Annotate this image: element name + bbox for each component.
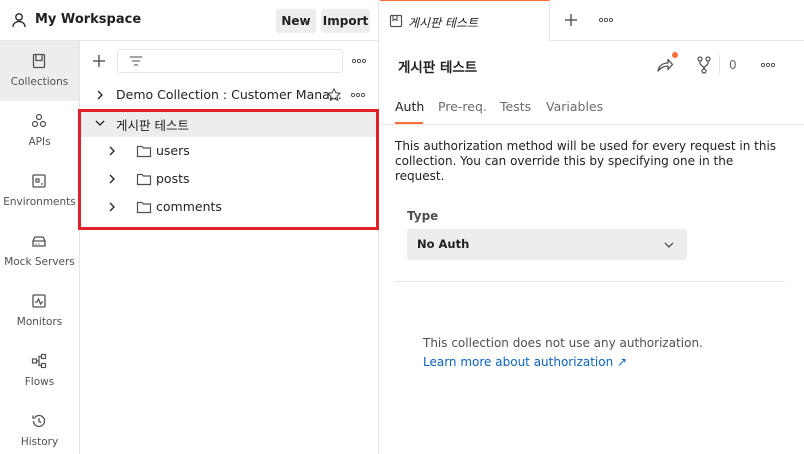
plus-icon[interactable]	[91, 53, 107, 69]
notification-dot	[672, 52, 678, 58]
collections-toolbar	[80, 41, 378, 81]
divider	[395, 281, 785, 282]
monitors-icon	[32, 294, 46, 308]
sidebar-item-flows[interactable]: Flows	[0, 341, 79, 401]
workspace-header: My Workspace New Import	[0, 0, 378, 41]
sidebar-item-apis[interactable]: APIs	[0, 101, 79, 161]
environments-icon	[32, 174, 46, 188]
import-button[interactable]: Import	[321, 9, 370, 33]
collection-row-demo[interactable]: Demo Collection : Customer Mana...	[80, 81, 378, 109]
sidebar-item-history[interactable]: History	[0, 401, 79, 454]
tab-variables[interactable]: Variables	[546, 99, 603, 114]
share-icon[interactable]	[656, 56, 674, 74]
sidebar-item-label: Collections	[10, 76, 69, 88]
more-options-icon[interactable]	[760, 57, 776, 73]
collection-name: Demo Collection : Customer Mana...	[116, 87, 342, 102]
tab-more-icon[interactable]	[598, 12, 614, 28]
folder-name: comments	[156, 199, 222, 214]
mock-servers-icon	[32, 236, 46, 247]
type-label: Type	[407, 209, 439, 223]
auth-type-select[interactable]: No Auth	[407, 229, 687, 260]
flows-icon	[31, 353, 47, 369]
filter-input[interactable]	[117, 49, 343, 73]
collection-row-selected[interactable]: 게시판 테스트	[80, 109, 378, 137]
collection-name: 게시판 테스트	[116, 118, 189, 133]
collection-title[interactable]: 게시판 테스트	[398, 56, 477, 76]
left-pane: My Workspace New Import Collections APIs	[0, 0, 379, 454]
tab-strip: 게시판 테스트	[380, 0, 804, 41]
divider	[719, 55, 720, 75]
folder-icon	[136, 201, 152, 214]
sidebar-item-label: History	[20, 436, 59, 448]
sidebar-item-mock-servers[interactable]: Mock Servers	[0, 221, 79, 281]
new-tab-icon[interactable]	[563, 12, 579, 28]
collection-doc-icon	[389, 14, 403, 28]
collections-panel: Demo Collection : Customer Mana... 게시판 테…	[80, 41, 378, 454]
folder-icon	[136, 173, 152, 186]
chevron-right-icon[interactable]	[106, 201, 118, 213]
auth-description: This authorization method will be used f…	[395, 139, 777, 183]
tab-pre-request[interactable]: Pre-req.	[438, 99, 487, 114]
sidebar-item-label: Flows	[24, 376, 55, 388]
more-options-icon[interactable]	[351, 53, 367, 69]
chevron-right-icon[interactable]	[94, 89, 106, 101]
chevron-down-icon	[664, 242, 674, 248]
sidebar-item-collections[interactable]: Collections	[0, 41, 79, 101]
new-button[interactable]: New	[276, 9, 316, 33]
no-auth-message: This collection does not use any authori…	[423, 336, 703, 350]
sidebar: Collections APIs Environments Mock Serve…	[0, 41, 80, 454]
fork-icon[interactable]	[696, 56, 712, 74]
sidebar-item-monitors[interactable]: Monitors	[0, 281, 79, 341]
tab-auth[interactable]: Auth	[395, 99, 424, 114]
sidebar-item-environments[interactable]: Environments	[0, 161, 79, 221]
fork-count: 0	[729, 58, 737, 72]
sidebar-item-label: Monitors	[16, 316, 63, 328]
tab-tests[interactable]: Tests	[500, 99, 531, 114]
folder-icon	[136, 145, 152, 158]
collections-icon	[32, 53, 46, 69]
filter-icon	[130, 56, 142, 66]
sidebar-item-label: APIs	[28, 136, 51, 148]
folder-row-users[interactable]: users	[80, 137, 378, 165]
more-options-icon[interactable]	[350, 87, 366, 103]
folder-row-comments[interactable]: comments	[80, 193, 378, 221]
star-icon[interactable]	[326, 87, 342, 103]
sidebar-item-label: Mock Servers	[4, 256, 75, 268]
divider	[380, 124, 804, 125]
sidebar-item-label: Environments	[3, 196, 76, 208]
learn-more-link[interactable]: Learn more about authorization ↗	[423, 355, 627, 369]
folder-name: users	[156, 143, 190, 158]
tab-title: 게시판 테스트	[408, 16, 479, 30]
apis-icon	[31, 113, 47, 128]
folder-row-posts[interactable]: posts	[80, 165, 378, 193]
tab-collection[interactable]: 게시판 테스트	[380, 0, 550, 41]
history-icon	[32, 414, 46, 428]
right-pane: 게시판 테스트 게시판 테스트 0 Auth Pre-req. Tests Va…	[380, 0, 804, 454]
chevron-right-icon[interactable]	[106, 145, 118, 157]
workspace-title[interactable]: My Workspace	[35, 12, 141, 27]
auth-type-value: No Auth	[417, 237, 470, 251]
chevron-right-icon[interactable]	[106, 173, 118, 185]
folder-name: posts	[156, 171, 190, 186]
user-icon	[12, 13, 26, 28]
chevron-down-icon[interactable]	[94, 117, 106, 129]
